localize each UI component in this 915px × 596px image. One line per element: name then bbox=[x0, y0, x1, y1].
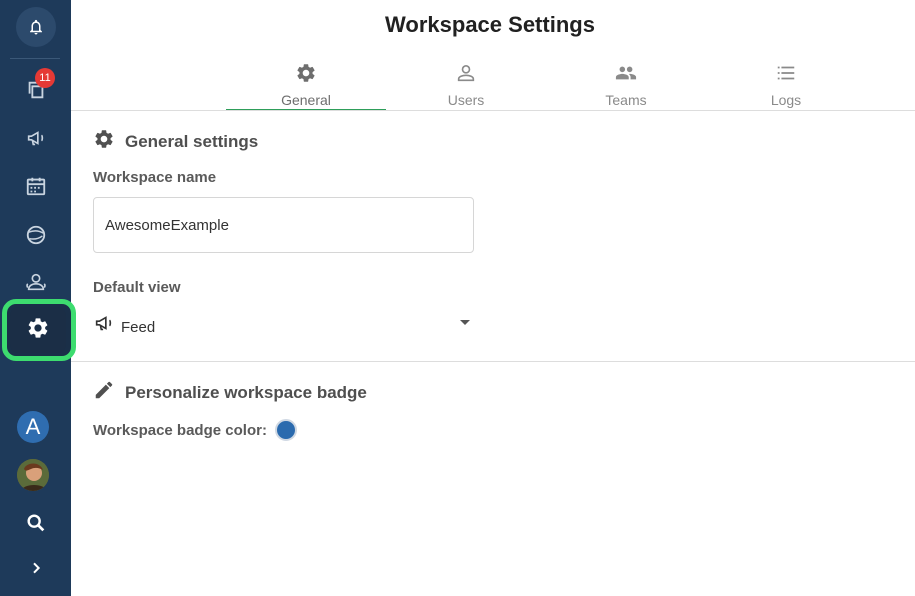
sidebar-item-explore[interactable] bbox=[0, 215, 71, 255]
sidebar-item-calendar[interactable] bbox=[0, 166, 71, 206]
expand-sidebar-button[interactable] bbox=[0, 548, 71, 588]
megaphone-icon bbox=[25, 127, 47, 149]
gear-icon bbox=[93, 128, 125, 155]
megaphone-icon bbox=[93, 312, 115, 339]
sidebar-item-settings[interactable] bbox=[10, 307, 66, 353]
gear-icon bbox=[26, 316, 50, 345]
pencil-icon bbox=[93, 379, 125, 406]
general-settings-heading: General settings bbox=[93, 128, 258, 155]
sidebar-item-people[interactable] bbox=[0, 262, 71, 302]
section-title: Personalize workspace badge bbox=[125, 382, 367, 402]
globe-icon bbox=[25, 224, 47, 246]
page-title: Workspace Settings bbox=[385, 12, 595, 37]
workspace-avatar[interactable]: A bbox=[17, 411, 49, 443]
tab-users[interactable]: Users bbox=[386, 58, 546, 110]
user-avatar[interactable] bbox=[17, 459, 49, 491]
tab-label: General bbox=[281, 92, 331, 108]
gear-icon bbox=[295, 62, 317, 89]
default-view-label: Default view bbox=[93, 279, 181, 296]
tab-label: Logs bbox=[770, 92, 802, 108]
sidebar: 11 A bbox=[0, 0, 76, 596]
tab-label: Teams bbox=[605, 92, 647, 108]
sidebar-divider bbox=[10, 58, 60, 59]
calendar-icon bbox=[25, 175, 47, 197]
default-view-value: Feed bbox=[121, 318, 156, 336]
tab-label: Users bbox=[447, 92, 485, 108]
settings-tabs: General Users Teams Logs bbox=[226, 58, 866, 111]
tabs-divider bbox=[71, 110, 915, 111]
notification-count-badge: 11 bbox=[35, 68, 55, 88]
section-title: General settings bbox=[125, 131, 259, 151]
people-icon bbox=[25, 271, 47, 293]
badge-color-swatch[interactable] bbox=[274, 419, 297, 441]
workspace-name-label: Workspace name bbox=[93, 169, 217, 186]
tab-general[interactable]: General bbox=[226, 58, 386, 111]
default-view-select[interactable]: Feed bbox=[93, 309, 475, 341]
badge-color-label: Workspace badge color: bbox=[93, 421, 267, 439]
search-icon bbox=[25, 512, 47, 534]
dropdown-arrow-icon bbox=[460, 320, 470, 325]
workspace-name-input[interactable] bbox=[93, 197, 474, 253]
badge-color-row: Workspace badge color: bbox=[93, 419, 297, 441]
app-window: 11 A Workspace Settings General Users Te… bbox=[0, 0, 915, 596]
sidebar-item-feed[interactable] bbox=[0, 118, 71, 158]
group-icon bbox=[614, 62, 638, 89]
person-icon bbox=[455, 62, 477, 89]
chevron-right-icon bbox=[28, 560, 44, 576]
badge-settings-heading: Personalize workspace badge bbox=[93, 379, 367, 406]
section-divider bbox=[71, 361, 915, 362]
list-icon bbox=[775, 62, 797, 89]
search-button[interactable] bbox=[0, 503, 71, 543]
tab-teams[interactable]: Teams bbox=[546, 58, 706, 110]
tab-logs[interactable]: Logs bbox=[706, 58, 866, 110]
